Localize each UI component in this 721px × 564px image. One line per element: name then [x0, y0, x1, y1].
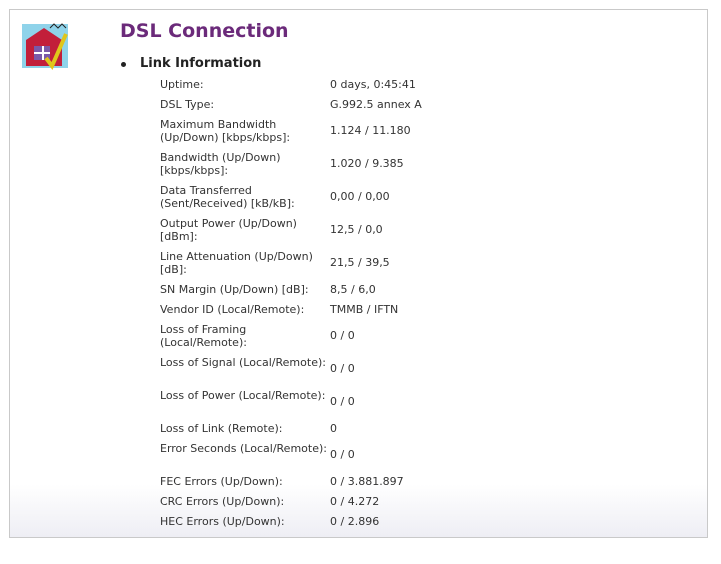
- row-label: Error Seconds (Local/Remote):: [160, 442, 327, 455]
- house-logo-icon: [20, 20, 72, 72]
- row-label: CRC Errors (Up/Down):: [160, 495, 285, 508]
- row-label: SN Margin (Up/Down) [dB]:: [160, 283, 309, 296]
- row-value: 21,5 / 39,5: [330, 256, 390, 269]
- row-label: Uptime:: [160, 78, 204, 91]
- row-value: TMMB / IFTN: [330, 303, 399, 316]
- page-title: DSL Connection: [120, 20, 289, 42]
- row-label: Loss of Framing (Local/Remote):: [160, 323, 247, 349]
- row-value: 0 / 0: [330, 329, 355, 342]
- row-value: 0 / 4.272: [330, 495, 380, 508]
- row-label: Maximum Bandwidth (Up/Down) [kbps/kbps]:: [160, 118, 291, 144]
- section-link-information: Link Information: [121, 56, 262, 71]
- dsl-connection-panel: DSL Connection Link Information Uptime: …: [9, 9, 708, 538]
- row-value: 1.124 / 11.180: [330, 124, 411, 137]
- row-value: 0 / 0: [330, 362, 355, 375]
- bullet-icon: [121, 62, 126, 67]
- row-value: 0 / 3.881.897: [330, 475, 404, 488]
- row-label: FEC Errors (Up/Down):: [160, 475, 283, 488]
- row-label: HEC Errors (Up/Down):: [160, 515, 285, 528]
- row-value: 0,00 / 0,00: [330, 190, 390, 203]
- row-value: G.992.5 annex A: [330, 98, 422, 111]
- row-value: 0 days, 0:45:41: [330, 78, 416, 91]
- row-value: 0 / 0: [330, 448, 355, 461]
- row-label: Loss of Power (Local/Remote):: [160, 389, 326, 402]
- row-label: Bandwidth (Up/Down) [kbps/kbps]:: [160, 151, 281, 177]
- row-label: Loss of Link (Remote):: [160, 422, 283, 435]
- row-label: Line Attenuation (Up/Down) [dB]:: [160, 250, 313, 276]
- row-label: Loss of Signal (Local/Remote):: [160, 356, 326, 369]
- row-value: 0: [330, 422, 337, 435]
- row-label: Data Transferred (Sent/Received) [kB/kB]…: [160, 184, 295, 210]
- row-label: Output Power (Up/Down) [dBm]:: [160, 217, 297, 243]
- row-value: 8,5 / 6,0: [330, 283, 376, 296]
- row-value: 0 / 2.896: [330, 515, 380, 528]
- row-value: 0 / 0: [330, 395, 355, 408]
- row-label: Vendor ID (Local/Remote):: [160, 303, 305, 316]
- row-label: DSL Type:: [160, 98, 215, 111]
- row-value: 12,5 / 0,0: [330, 223, 383, 236]
- section-title: Link Information: [140, 56, 262, 71]
- row-value: 1.020 / 9.385: [330, 157, 404, 170]
